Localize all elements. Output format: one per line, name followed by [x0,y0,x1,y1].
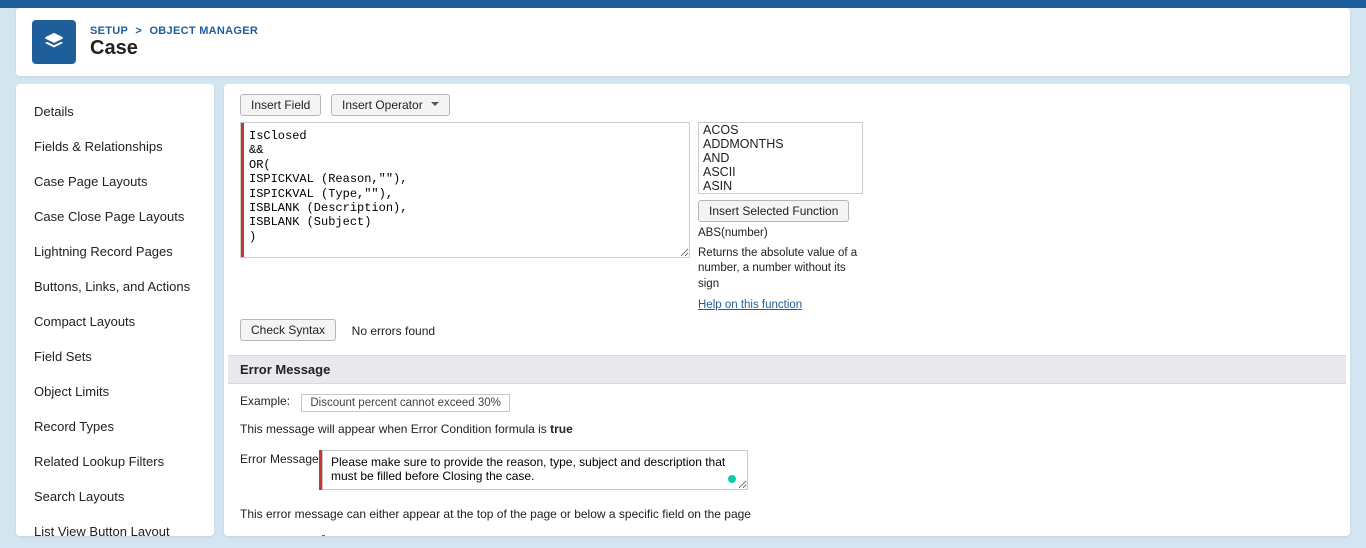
syntax-result: No errors found [352,324,435,338]
layers-icon [43,31,65,53]
insert-operator-button[interactable]: Insert Operator [331,94,450,116]
required-indicator [319,450,322,490]
breadcrumb: SETUP > OBJECT MANAGER [90,25,258,37]
appear-note-bold: true [550,422,573,436]
function-item[interactable]: ADDMONTHS [699,137,862,151]
object-icon [32,20,76,64]
insert-field-button[interactable]: Insert Field [240,94,321,116]
example-label: Example: [240,394,290,408]
example-box: Discount percent cannot exceed 30% [301,394,510,412]
page-header: SETUP > OBJECT MANAGER Case [16,8,1350,76]
sidebar-item-fields[interactable]: Fields & Relationships [16,129,214,164]
function-item[interactable]: ASCII [699,165,862,179]
sidebar-item-related-lookup[interactable]: Related Lookup Filters [16,444,214,479]
sidebar-item-object-limits[interactable]: Object Limits [16,374,214,409]
function-signature: ABS(number) [698,226,863,242]
error-location-label: Error Location [240,535,322,536]
sidebar-item-case-close-layouts[interactable]: Case Close Page Layouts [16,199,214,234]
function-item[interactable]: AND [699,151,862,165]
check-syntax-button[interactable]: Check Syntax [240,319,336,341]
formula-textarea[interactable] [240,122,690,258]
sidebar-item-case-page-layouts[interactable]: Case Page Layouts [16,164,214,199]
sidebar-item-buttons-links[interactable]: Buttons, Links, and Actions [16,269,214,304]
sidebar-item-listview-button[interactable]: List View Button Layout [16,514,214,536]
main-panel: Insert Field Insert Operator ACOS ADDMON… [224,84,1350,536]
appear-note: This message will appear when Error Cond… [228,418,1346,446]
sidebar-item-compact-layouts[interactable]: Compact Layouts [16,304,214,339]
breadcrumb-separator: > [131,25,146,37]
formula-editor [240,122,690,261]
location-note: This error message can either appear at … [228,503,1346,531]
page-title: Case [90,37,258,60]
help-on-function-link[interactable]: Help on this function [698,299,802,311]
function-item[interactable]: ACOS [699,123,862,137]
appear-note-text: This message will appear when Error Cond… [240,422,550,436]
function-panel: ACOS ADDMONTHS AND ASCII ASIN Insert Sel… [698,122,863,311]
breadcrumb-object-manager[interactable]: OBJECT MANAGER [149,25,258,37]
required-indicator [322,535,325,536]
error-message-label: Error Message [240,450,322,466]
grammar-suggestion-dot[interactable] [728,475,736,483]
formula-toolbar: Insert Field Insert Operator [228,88,1346,122]
error-message-textarea[interactable] [322,450,748,490]
section-error-message: Error Message [228,355,1346,384]
function-description: Returns the absolute value of a number, … [698,246,863,293]
app-top-bar [0,0,1366,8]
function-list[interactable]: ACOS ADDMONTHS AND ASCII ASIN [698,122,863,194]
sidebar: Details Fields & Relationships Case Page… [16,84,214,536]
breadcrumb-setup[interactable]: SETUP [90,25,128,37]
sidebar-item-lightning-pages[interactable]: Lightning Record Pages [16,234,214,269]
function-item[interactable]: ASIN [699,179,862,193]
sidebar-item-search-layouts[interactable]: Search Layouts [16,479,214,514]
required-indicator [241,123,244,257]
insert-selected-function-button[interactable]: Insert Selected Function [698,200,849,222]
sidebar-item-field-sets[interactable]: Field Sets [16,339,214,374]
sidebar-item-record-types[interactable]: Record Types [16,409,214,444]
sidebar-item-details[interactable]: Details [16,94,214,129]
